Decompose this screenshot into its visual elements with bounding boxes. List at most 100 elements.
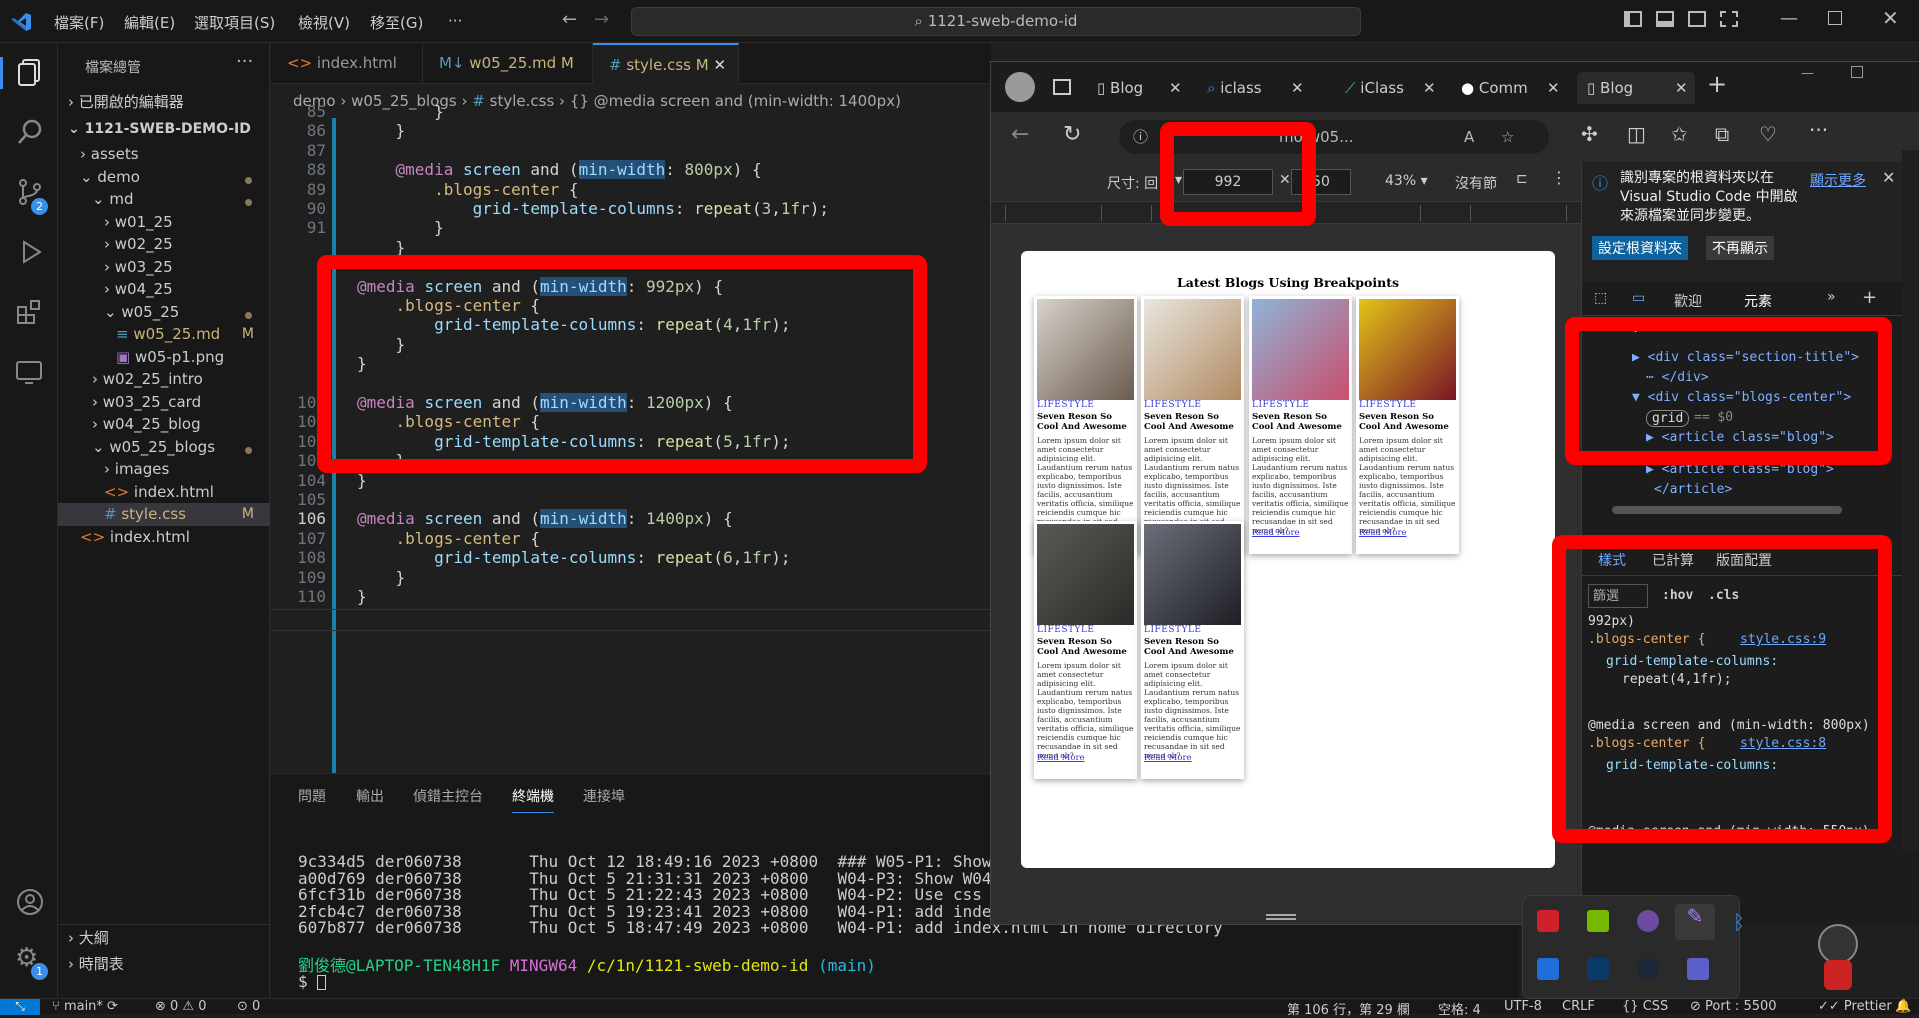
amd-icon[interactable] [1537, 910, 1559, 932]
browser-tab[interactable]: ▯ Blog ✕ [1097, 72, 1197, 104]
remote-indicator-icon[interactable]: ⤡ [0, 999, 40, 1015]
more-actions-icon[interactable]: ··· [236, 51, 253, 72]
profile-avatar[interactable] [1005, 72, 1035, 102]
split-screen-icon[interactable]: ◫ [1627, 122, 1646, 146]
eol[interactable]: CRLF [1562, 999, 1595, 1014]
minimize-icon[interactable]: — [1780, 8, 1798, 29]
browser-tab-active[interactable]: ▯ Blog ✕ [1577, 72, 1695, 104]
tab-w05-md[interactable]: M↓ w05_25.md M [423, 43, 593, 84]
teams-icon[interactable] [1687, 958, 1709, 980]
tree-item[interactable]: <> index.html [58, 526, 270, 549]
tree-item[interactable]: ⌄ w05_25_blogs [58, 436, 270, 459]
accounts-icon[interactable] [15, 887, 45, 917]
tab-elements[interactable]: 元素 [1744, 291, 1772, 311]
browser-minimize-icon[interactable]: — [1801, 66, 1814, 81]
read-more-link[interactable]: Read More [1359, 528, 1407, 538]
favorite-icon[interactable]: ☆ [1501, 120, 1514, 154]
breadcrumb-item[interactable]: {} @media screen and (min-width: 1400px) [570, 92, 901, 110]
menu-selection[interactable]: 選取項目(S) [194, 12, 275, 33]
tree-item[interactable]: › w04_25 [58, 278, 270, 301]
breadcrumb-item[interactable]: style.css [490, 92, 555, 110]
cursor-position[interactable]: 第 106 行，第 29 欄 [1287, 999, 1410, 1018]
read-more-link[interactable]: Read More [1037, 753, 1085, 763]
browser-maximize-icon[interactable] [1851, 66, 1863, 78]
tree-item[interactable]: › w03_25 [58, 256, 270, 279]
terminal-input-line[interactable]: $ [298, 972, 327, 991]
device-emulation-icon[interactable]: ▭ [1632, 290, 1645, 306]
close-tab-icon[interactable]: ✕ [1675, 72, 1688, 104]
tab-welcome[interactable]: 歡迎 [1674, 291, 1702, 311]
explorer-icon[interactable] [15, 57, 45, 87]
menu-more[interactable]: ··· [448, 12, 462, 30]
extensions-icon[interactable] [15, 297, 45, 327]
encoding[interactable]: UTF-8 [1504, 999, 1542, 1014]
tab-terminal[interactable]: 終端機 [512, 786, 554, 813]
horizontal-scrollbar[interactable] [1612, 506, 1842, 514]
search-icon[interactable] [15, 117, 45, 147]
menu-file[interactable]: 檔案(F) [54, 12, 104, 33]
read-more-link[interactable]: Read More [1252, 528, 1300, 538]
workspace-root[interactable]: ⌄ 1121-SWEB-DEMO-ID [58, 116, 270, 143]
close-tab-icon[interactable]: ✕ [1169, 72, 1182, 104]
rotate-icon[interactable]: ⊏ [1516, 171, 1528, 187]
site-info-icon[interactable]: ⓘ [1133, 120, 1148, 154]
tree-item[interactable]: ▣ w05-p1.png [58, 346, 270, 369]
ports-indicator[interactable]: ⊙ 0 [237, 999, 260, 1014]
live-server-port[interactable]: ⊘ Port : 5500 [1690, 999, 1777, 1014]
read-more-link[interactable]: Read More [1144, 753, 1192, 763]
toggle-panel-icon[interactable] [1656, 11, 1674, 27]
favorites-icon[interactable]: ✩ [1671, 122, 1688, 146]
app-icon[interactable] [1637, 910, 1659, 932]
inspect-icon[interactable]: ⬚ [1594, 290, 1607, 306]
device-dimensions-label[interactable]: 尺寸: 回 [1107, 173, 1158, 193]
browser-back-icon[interactable]: ← [1011, 122, 1029, 147]
run-debug-icon[interactable] [15, 237, 45, 267]
menu-edit[interactable]: 編輯(E) [124, 12, 175, 33]
close-tab-icon[interactable]: ✕ [1291, 72, 1304, 104]
tree-item[interactable]: › w02_25_intro [58, 368, 270, 391]
tree-item[interactable]: ⌄ demo [58, 166, 270, 189]
extensions-puzzle-icon[interactable]: ✣ [1581, 122, 1598, 146]
toggle-sidebar-icon[interactable] [1624, 11, 1642, 27]
tree-item[interactable]: › assets [58, 143, 270, 166]
tab-output[interactable]: 輸出 [356, 786, 384, 806]
steam-icon[interactable] [1637, 958, 1659, 980]
branch-indicator[interactable]: ⑂ main* ⟳ [52, 999, 118, 1014]
menu-go[interactable]: 移至(G) [370, 12, 423, 33]
security-shield-icon[interactable] [1537, 958, 1559, 980]
open-editors-section[interactable]: › 已開啟的編輯器 [58, 89, 270, 116]
language-mode[interactable]: {} CSS [1622, 999, 1668, 1014]
dont-show-again-button[interactable]: 不再顯示 [1706, 236, 1774, 260]
more-tabs-icon[interactable]: » [1827, 289, 1836, 305]
close-notice-icon[interactable]: ✕ [1882, 168, 1895, 187]
forward-arrow-icon[interactable]: → [594, 9, 609, 30]
tree-item[interactable]: <> index.html [58, 481, 270, 504]
add-tab-icon[interactable]: + [1862, 287, 1877, 308]
toggle-secondary-sidebar-icon[interactable] [1688, 11, 1706, 27]
indentation[interactable]: 空格: 4 [1438, 999, 1481, 1018]
close-tab-icon[interactable]: ✕ [714, 56, 727, 74]
tree-item[interactable]: ⌄ w05_25 [58, 301, 270, 324]
show-more-link[interactable]: 顯示更多 [1810, 170, 1866, 190]
browser-tab[interactable]: ● Comm ✕ [1461, 72, 1561, 104]
set-root-folder-button[interactable]: 設定根資料夾 [1592, 236, 1688, 260]
nvidia-icon[interactable] [1587, 910, 1609, 932]
tree-item[interactable]: ⌄ md [58, 188, 270, 211]
performance-icon[interactable]: ♡ [1759, 122, 1777, 146]
browser-tab[interactable]: ⟋ iClass ✕ [1345, 72, 1445, 104]
device-more-icon[interactable]: ⋮ [1551, 168, 1567, 187]
restore-icon[interactable] [1828, 11, 1842, 25]
resize-handle[interactable] [1266, 914, 1296, 920]
browser-menu-icon[interactable]: ··· [1809, 118, 1828, 142]
customize-layout-icon[interactable] [1720, 11, 1738, 27]
tree-item[interactable]: › w04_25_blog [58, 413, 270, 436]
tree-item[interactable]: › w02_25 [58, 233, 270, 256]
back-arrow-icon[interactable]: ← [562, 9, 577, 30]
quill-icon[interactable]: ✎ [1675, 904, 1715, 940]
tree-item[interactable]: # style.css M [58, 503, 270, 526]
read-aloud-icon[interactable]: A [1464, 120, 1474, 154]
zoom-select[interactable]: 43% ▾ [1385, 173, 1428, 189]
tree-item[interactable]: ≡ w05_25.md M [58, 323, 270, 346]
remote-explorer-icon[interactable] [15, 357, 45, 387]
tree-item[interactable]: › images [58, 458, 270, 481]
